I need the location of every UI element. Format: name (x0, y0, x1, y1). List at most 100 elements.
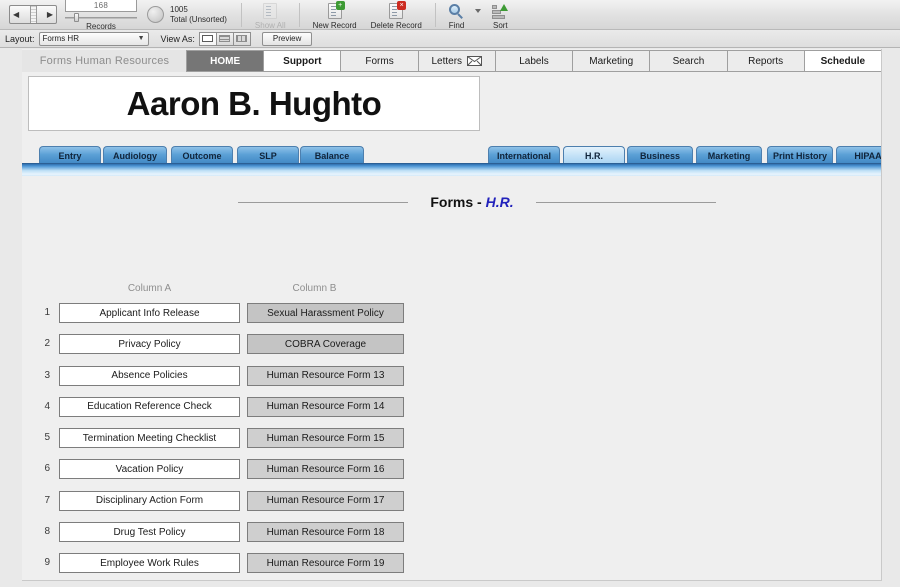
column-a-form-button[interactable]: Vacation Policy (59, 459, 240, 480)
column-a-form-button[interactable]: Drug Test Policy (59, 522, 240, 543)
sort-label: Sort (492, 20, 508, 30)
show-all-icon (263, 3, 278, 20)
column-b-form-button[interactable]: Human Resource Form 17 (247, 490, 404, 511)
column-b-form-button[interactable]: Sexual Harassment Policy (247, 303, 404, 323)
filemaker-status-toolbar: ◀ ▶ 168 Records 1005 Total (Unsorted) Sh… (0, 0, 900, 31)
module-tab-outcome[interactable]: Outcome (171, 146, 233, 164)
view-as-buttons (198, 31, 251, 46)
module-tabs-row: Entry Audiology Outcome SLP Balance Internati… (22, 146, 881, 164)
preview-button[interactable]: Preview (261, 31, 313, 46)
heading-rule-left (238, 201, 409, 203)
heading-rule-right (535, 201, 716, 203)
view-form-button[interactable] (198, 31, 217, 46)
new-record-button[interactable]: + New Record (306, 0, 364, 30)
column-b-form-button[interactable]: Human Resource Form 16 (247, 459, 404, 480)
found-set-pie-icon (147, 6, 164, 23)
record-slider[interactable] (65, 12, 137, 22)
layout-select[interactable]: Forms HR ▼ (38, 31, 149, 46)
module-tab-balance[interactable]: Balance (300, 146, 364, 164)
section-title-accent: H.R. (485, 194, 514, 210)
find-dropdown-chevron-icon[interactable] (475, 8, 482, 13)
nav-tab-home[interactable]: HOME (186, 50, 265, 72)
total-count: 1005 (170, 4, 188, 14)
column-a-form-button[interactable]: Employee Work Rules (59, 553, 240, 574)
column-b-form-button[interactable]: Human Resource Form 13 (247, 365, 404, 386)
row-number: 2 (44, 338, 50, 350)
record-number-input[interactable]: 168 (65, 0, 137, 12)
find-button[interactable]: Find (442, 0, 472, 30)
nav-tab-reports[interactable]: Reports (726, 50, 805, 72)
total-records-block: 1005 Total (Unsorted) (170, 5, 227, 25)
column-a-form-button[interactable]: Absence Policies (59, 365, 240, 386)
section-title-prefix: Forms - (430, 194, 486, 210)
column-b-form-button[interactable]: Human Resource Form 19 (247, 553, 404, 574)
navbar-tabs: HOME Support Forms Letters Labels Market… (186, 50, 881, 72)
forms-row: 4 Education Reference Check Human Resource… (22, 396, 881, 428)
nav-tab-marketing-label: Marketing (589, 55, 634, 67)
nav-tab-schedule[interactable]: Schedule (803, 50, 881, 72)
row-number: 6 (44, 463, 50, 475)
envelope-icon (467, 56, 483, 66)
module-tab-entry[interactable]: Entry (39, 146, 101, 164)
module-tab-label: Entry (58, 150, 82, 161)
nav-tab-support-label: Support (283, 55, 322, 67)
nav-tab-reports-label: Reports (748, 55, 784, 67)
nav-tab-home-label: HOME (210, 55, 241, 67)
column-a-form-button[interactable]: Termination Meeting Checklist (59, 428, 240, 449)
column-a-form-button[interactable]: Disciplinary Action Form (59, 490, 240, 511)
primary-navbar: Forms Human Resources HOME Support Forms… (22, 50, 881, 72)
nav-tab-search[interactable]: Search (649, 50, 728, 72)
column-b-form-button[interactable]: Human Resource Form 15 (247, 428, 404, 449)
window-body: Forms Human Resources HOME Support Forms… (0, 48, 900, 587)
record-book-nav[interactable]: ◀ ▶ (9, 5, 57, 24)
module-tab-label: Print History (772, 150, 827, 161)
module-tab-marketing[interactable]: Marketing (696, 146, 762, 164)
total-sort-status: Total (Unsorted) (170, 14, 227, 24)
module-tab-business[interactable]: Business (627, 146, 693, 164)
nav-tab-marketing[interactable]: Marketing (572, 50, 651, 72)
column-b-form-button[interactable]: Human Resource Form 14 (247, 396, 404, 417)
column-a-form-button[interactable]: Education Reference Check (59, 396, 240, 417)
next-record-icon[interactable]: ▶ (47, 10, 53, 19)
row-number: 8 (44, 526, 50, 538)
show-all-button[interactable]: Show All (248, 0, 293, 30)
chevron-down-icon: ▼ (137, 35, 145, 42)
forms-row: 2 Privacy Policy COBRA Coverage (22, 334, 881, 365)
nav-tab-letters[interactable]: Letters (417, 50, 496, 72)
module-tab-label: Balance (314, 150, 350, 161)
view-table-button[interactable] (232, 31, 251, 46)
previous-record-icon[interactable]: ◀ (13, 10, 19, 19)
column-a-form-button[interactable]: Applicant Info Release (59, 303, 240, 323)
column-b-form-button[interactable]: Human Resource Form 18 (247, 522, 404, 543)
delete-record-button[interactable]: × Delete Record (364, 0, 429, 30)
module-tab-h-r[interactable]: H.R. (563, 146, 625, 164)
nav-tab-support[interactable]: Support (263, 50, 342, 72)
module-tab-slp[interactable]: SLP (237, 146, 299, 164)
nav-tab-labels[interactable]: Labels (494, 50, 574, 72)
sort-button[interactable]: Sort (485, 0, 515, 30)
column-a-form-button[interactable]: Privacy Policy (59, 334, 240, 355)
delete-record-label: Delete Record (370, 20, 422, 30)
module-tab-hipaa[interactable]: HIPAA (836, 146, 881, 164)
sort-icon (492, 3, 509, 20)
module-tab-label: Audiology (113, 150, 157, 161)
client-name-banner[interactable]: Aaron B. Hughto (28, 76, 480, 131)
content-pane: Forms Human Resources HOME Support Forms… (22, 49, 882, 581)
table-view-icon (236, 35, 248, 42)
column-b-form-button[interactable]: COBRA Coverage (247, 334, 404, 355)
view-list-button[interactable] (215, 31, 234, 46)
module-tab-audiology[interactable]: Audiology (103, 146, 167, 164)
toolbar-divider (434, 2, 436, 27)
new-record-icon: + (327, 1, 345, 20)
module-tab-print-history[interactable]: Print History (767, 146, 833, 164)
forms-row: 9 Employee Work Rules Human Resource Form … (22, 553, 881, 580)
new-record-label: New Record (312, 20, 357, 30)
book-spine-icon[interactable] (29, 6, 37, 23)
layout-label: Layout: (5, 33, 35, 44)
module-tab-international[interactable]: International (488, 146, 560, 164)
delete-record-icon: × (389, 1, 407, 20)
toolbar-divider (298, 2, 300, 27)
record-slider-thumb[interactable] (74, 12, 79, 22)
module-tab-label: H.R. (585, 150, 603, 161)
nav-tab-forms[interactable]: Forms (340, 50, 419, 72)
